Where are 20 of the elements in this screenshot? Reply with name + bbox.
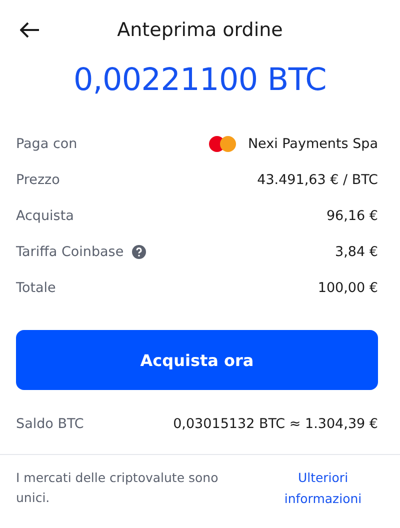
back-arrow-icon	[20, 22, 40, 38]
page-title: Anteprima ordine	[116, 19, 284, 41]
detail-value: 96,16 €	[326, 208, 378, 224]
detail-value: Nexi Payments Spa	[248, 136, 378, 152]
detail-value: 3,84 €	[335, 244, 378, 260]
detail-label: Paga con	[16, 136, 78, 152]
help-icon[interactable]	[132, 245, 146, 259]
balance-value: 0,03015132 BTC ≈ 1.304,39 €	[173, 416, 378, 432]
detail-value: 100,00 €	[318, 280, 378, 296]
balance-label: Saldo BTC	[16, 416, 84, 432]
detail-value: 43.491,63 € / BTC	[257, 172, 378, 188]
card-brand-icon	[208, 135, 238, 153]
detail-label: Prezzo	[16, 172, 60, 188]
buy-now-button[interactable]: Acquista ora	[16, 330, 378, 390]
footer-note: I mercati delle criptovalute sono unici.	[16, 469, 220, 507]
detail-label: Acquista	[16, 208, 74, 224]
order-amount: 0,00221100 BTC	[72, 62, 328, 100]
detail-label: Tariffa Coinbase	[16, 244, 124, 260]
learn-more-link[interactable]: Ulteriori informazioni	[268, 467, 378, 509]
detail-label: Totale	[16, 280, 56, 296]
